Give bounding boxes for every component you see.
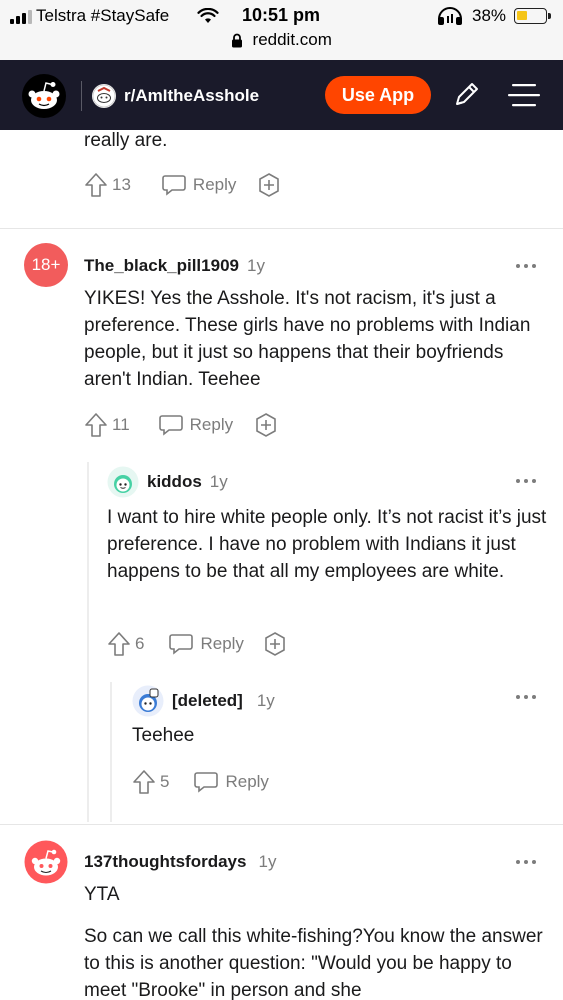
- comment-meta: 137thoughtsfordays 1y: [84, 852, 276, 872]
- comment-actions: 6 Reply: [107, 631, 288, 657]
- header-divider: [81, 81, 82, 111]
- reddit-header: r/AmItheAsshole Use App: [0, 60, 563, 130]
- comment-text: YTA: [84, 884, 120, 905]
- menu-icon[interactable]: [508, 82, 540, 108]
- user-avatar[interactable]: [24, 840, 68, 884]
- reply-button[interactable]: Reply: [168, 632, 244, 656]
- award-icon[interactable]: [262, 631, 288, 657]
- reply-button[interactable]: Reply: [158, 413, 233, 437]
- vote-count: 11: [112, 415, 130, 434]
- upvote-icon[interactable]: [107, 631, 131, 657]
- browser-chrome: Telstra #StaySafe 10:51 pm 38% reddit.co…: [0, 0, 563, 60]
- status-bar: Telstra #StaySafe 10:51 pm 38%: [0, 0, 563, 32]
- url-bar[interactable]: reddit.com: [0, 30, 563, 54]
- carrier-label: Telstra #StaySafe: [36, 6, 170, 25]
- upvote-icon[interactable]: [132, 769, 156, 795]
- comment-meta: [deleted] 1y: [172, 691, 275, 711]
- vote-count: 6: [135, 634, 145, 653]
- reply-button[interactable]: Reply: [193, 770, 269, 794]
- more-options-icon[interactable]: [516, 858, 538, 866]
- comment-age: 1y: [246, 256, 265, 275]
- comment-age: 1y: [209, 472, 228, 491]
- headphones-icon: [438, 7, 462, 25]
- comment-text: YIKES! Yes the Asshole. It's not racism,…: [84, 288, 531, 390]
- comment-bubble-icon: [194, 772, 219, 793]
- vote-count: 13: [112, 175, 131, 194]
- comment-separator: [0, 228, 563, 229]
- reddit-logo-icon[interactable]: [22, 74, 66, 118]
- thread-line[interactable]: [87, 462, 89, 822]
- subreddit-icon[interactable]: [92, 84, 116, 108]
- subreddit-name[interactable]: r/AmItheAsshole: [124, 86, 259, 106]
- url-text: reddit.com: [252, 30, 332, 49]
- use-app-button[interactable]: Use App: [325, 76, 431, 114]
- nsfw-avatar[interactable]: 18+: [24, 243, 68, 287]
- comment-actions: 13 Reply: [84, 172, 282, 198]
- comment-text: I want to hire white people only. It’s n…: [107, 507, 547, 582]
- reply-label: Reply: [189, 415, 234, 434]
- comment-bubble-icon: [169, 634, 194, 655]
- reply-label: Reply: [192, 175, 237, 194]
- award-icon[interactable]: [256, 172, 282, 198]
- pencil-icon[interactable]: [451, 80, 481, 110]
- comment-meta: kiddos 1y: [147, 472, 228, 492]
- user-avatar[interactable]: [107, 466, 139, 498]
- battery-icon: [514, 8, 551, 24]
- clock: 10:51 pm: [242, 5, 321, 25]
- username[interactable]: The_black_pill1909: [84, 256, 239, 275]
- upvote-icon[interactable]: [84, 412, 108, 438]
- wifi-icon: [197, 8, 219, 23]
- user-avatar[interactable]: [132, 685, 164, 717]
- comment-bubble-icon: [158, 415, 183, 436]
- reply-button[interactable]: Reply: [161, 173, 236, 197]
- comment-bubble-icon: [162, 175, 186, 196]
- comment-actions: 5 Reply: [132, 769, 269, 795]
- thread-line[interactable]: [110, 682, 112, 822]
- comment-actions: 11 Reply: [84, 412, 279, 438]
- username[interactable]: kiddos: [147, 472, 202, 491]
- username[interactable]: 137thoughtsfordays: [84, 852, 246, 871]
- comment-text: Teehee: [132, 725, 195, 746]
- comment-meta: The_black_pill1909 1y: [84, 256, 265, 276]
- cellular-signal-icon: [10, 10, 32, 24]
- battery-percent: 38%: [472, 6, 507, 25]
- comment-age: 1y: [258, 852, 277, 871]
- reply-label: Reply: [200, 634, 244, 653]
- lock-icon: [232, 33, 243, 47]
- more-options-icon[interactable]: [516, 693, 538, 701]
- award-icon[interactable]: [253, 412, 279, 438]
- comment-age: 1y: [256, 691, 275, 710]
- reply-label: Reply: [225, 772, 269, 791]
- vote-count: 5: [160, 772, 170, 791]
- comment-text: really are.: [84, 130, 168, 151]
- comment-separator: [0, 824, 563, 825]
- more-options-icon[interactable]: [516, 477, 538, 485]
- comment-text: So can we call this white-fishing?You kn…: [84, 926, 543, 1000]
- username: [deleted]: [172, 691, 243, 710]
- more-options-icon[interactable]: [516, 262, 538, 270]
- upvote-icon[interactable]: [84, 172, 108, 198]
